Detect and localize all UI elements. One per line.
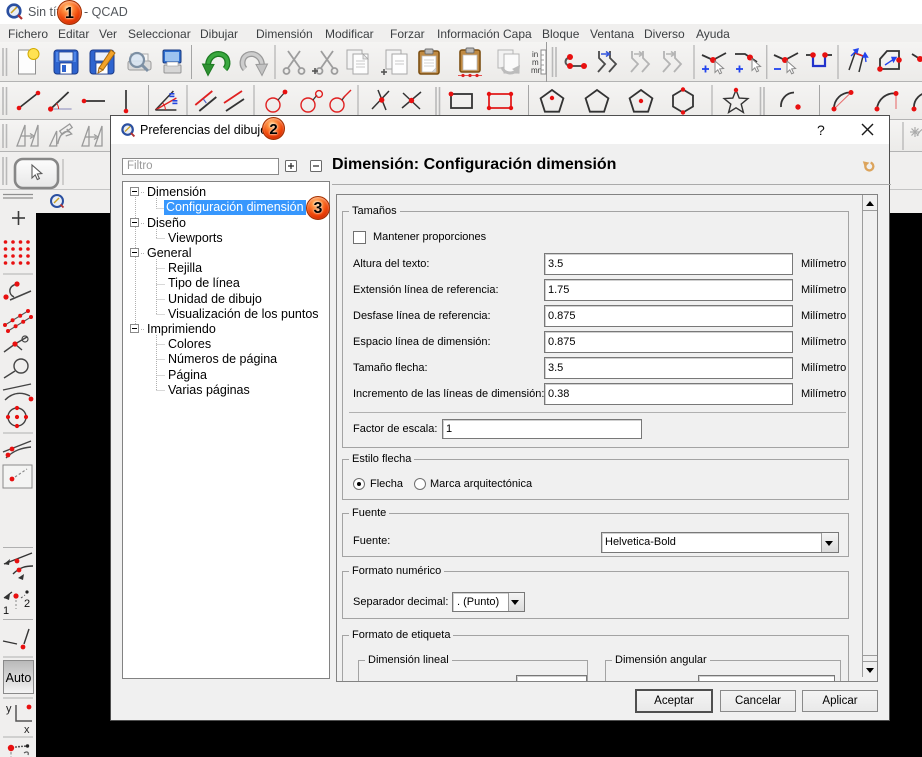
svg-text:2: 2: [24, 598, 30, 610]
svg-text:x: x: [24, 724, 30, 736]
svg-text:y: y: [6, 703, 12, 715]
svg-text:1: 1: [3, 605, 9, 617]
